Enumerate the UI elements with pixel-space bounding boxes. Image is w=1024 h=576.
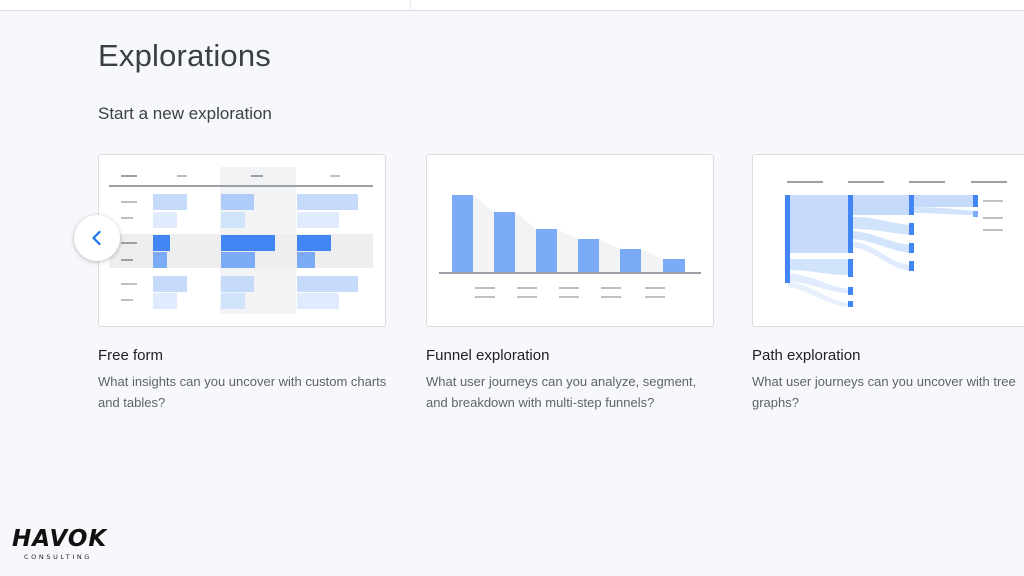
card-description: What user journeys can you uncover with … bbox=[752, 374, 1016, 410]
template-card-funnel-exploration[interactable]: Funnel exploration What user journeys ca… bbox=[426, 154, 714, 413]
template-card-path-exploration[interactable]: Path exploration What user journeys can … bbox=[752, 154, 1024, 413]
page-title: Explorations bbox=[98, 38, 271, 73]
card-title: Funnel exploration bbox=[426, 347, 550, 364]
top-bar-search-area[interactable] bbox=[410, 0, 1024, 10]
funnel-thumbnail bbox=[426, 154, 714, 327]
carousel-prev-button[interactable] bbox=[74, 215, 120, 261]
card-description: What user journeys can you analyze, segm… bbox=[426, 374, 697, 410]
card-title: Free form bbox=[98, 347, 164, 364]
chevron-left-icon bbox=[92, 230, 101, 246]
template-card-free-form[interactable]: Free form What insights can you uncover … bbox=[98, 154, 386, 413]
havok-consulting-logo: HAVOK CONSULTING bbox=[12, 526, 108, 566]
path-illustration bbox=[785, 181, 1007, 307]
free-form-thumbnail bbox=[98, 154, 386, 327]
free-form-illustration bbox=[109, 167, 373, 314]
top-bar bbox=[0, 0, 1024, 11]
card-description: What insights can you uncover with custo… bbox=[98, 374, 387, 410]
path-thumbnail bbox=[752, 154, 1024, 327]
funnel-illustration bbox=[439, 195, 701, 298]
logo-subtitle: CONSULTING bbox=[24, 553, 92, 561]
section-title: Start a new exploration bbox=[98, 104, 272, 123]
card-title: Path exploration bbox=[752, 347, 861, 364]
logo-wordmark: HAVOK bbox=[12, 526, 108, 552]
